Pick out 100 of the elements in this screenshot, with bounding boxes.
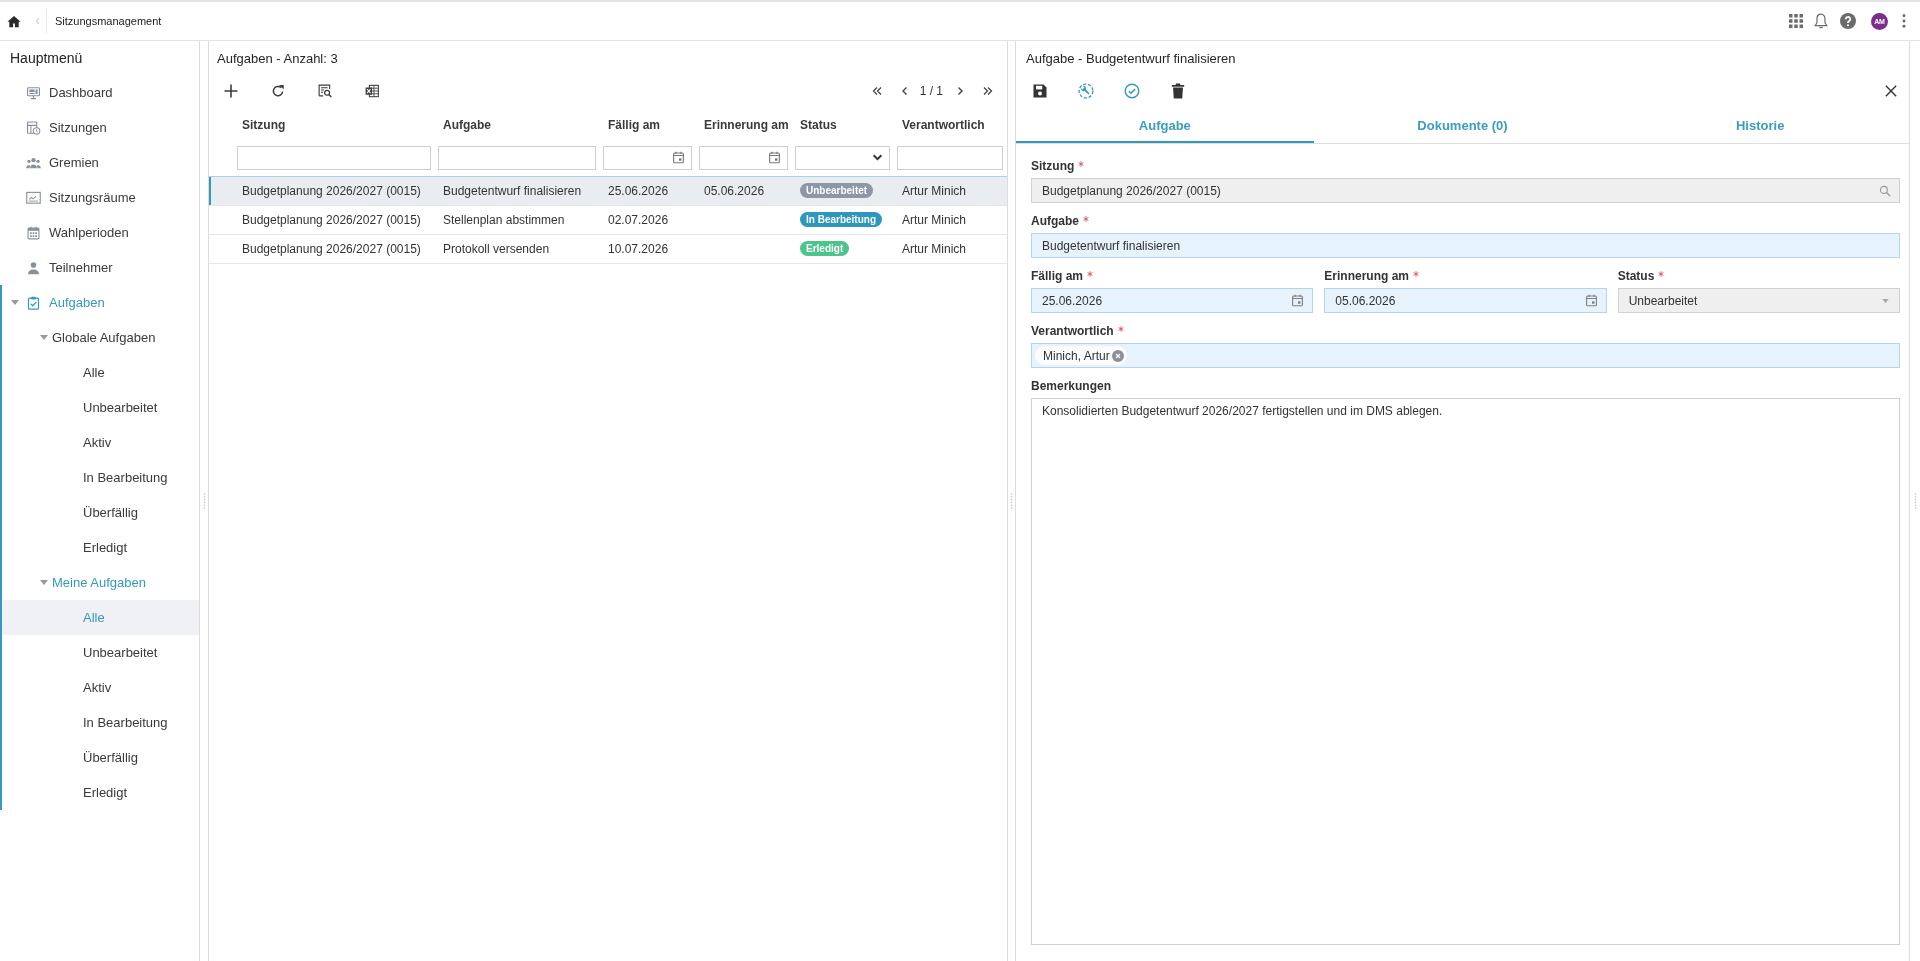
person-tag[interactable]: Minich, Artur [1035,346,1127,365]
column-header[interactable]: Erinnerung am [696,107,792,140]
calendar-icon[interactable] [768,151,781,165]
status-badge: In Bearbeitung [800,212,882,227]
menu-item[interactable]: Sitzungsräume [0,180,199,215]
date-field[interactable]: 25.06.2026 [1031,288,1314,313]
sidebar-title: Hauptmenü [9,49,84,68]
table-row[interactable]: Budgetplanung 2026/2027 (0015) Stellenplan abstimmen 02.07.2026 In Bearbeitung Artur Minich [209,205,1007,234]
close-icon[interactable] [1885,85,1897,97]
chevron-down-icon[interactable] [872,152,883,164]
menu-item[interactable]: Überfällig [2,495,199,530]
field-label: Sitzung [1031,159,1075,173]
remove-icon[interactable] [1111,349,1124,362]
field-label: Aufgabe [1031,214,1079,228]
table-row[interactable]: Budgetplanung 2026/2027 (0015) Protokoll versenden 10.07.2026 Erledigt Artur Minich [209,234,1007,263]
check-circle-icon[interactable] [1124,83,1140,99]
save-icon[interactable] [1032,83,1048,99]
table-cell: Budgetentwurf finalisieren [435,176,600,205]
menu-item[interactable]: Erledigt [2,530,199,565]
menu-item[interactable]: In Bearbeitung [2,460,199,495]
column-header[interactable]: Aufgabe [435,107,600,140]
menu-item[interactable]: Alle [2,355,199,390]
spreadsheet-icon[interactable] [365,84,379,98]
calendar-icon [26,225,41,240]
field-label: Status [1617,269,1655,283]
filter-field[interactable] [603,145,692,170]
filter-field[interactable] [438,145,596,170]
table-cell: Budgetplanung 2026/2027 (0015) [234,234,435,263]
column-header[interactable]: Sitzung [234,107,435,140]
menu-item[interactable]: Dashboard [0,75,199,110]
apps-grid-icon[interactable] [1789,14,1803,28]
caret-icon[interactable] [40,335,48,340]
column-header[interactable]: Status [792,107,894,140]
field-label: Fällig am [1031,269,1083,283]
status-badge: Erledigt [800,241,850,256]
page-indicator: 1 / 1 [919,84,943,98]
whiteboard-icon [26,190,41,205]
caret-icon[interactable] [40,580,48,585]
wrench-circle-icon[interactable] [1078,83,1094,99]
table-cell: Artur Minich [894,205,1007,234]
table-cell: Protokoll versenden [435,234,600,263]
filter-field[interactable] [795,145,890,170]
column-header[interactable]: Fällig am [600,107,696,140]
table-row[interactable]: Budgetplanung 2026/2027 (0015) Budgetentwurf finalisieren 25.06.2026 05.06.2026 Unbearbeitet Artur Minich [209,176,1007,205]
menu-item[interactable]: Unbearbeitet [2,390,199,425]
last-page-icon[interactable] [983,86,993,96]
first-page-icon[interactable] [871,86,882,96]
menu-item[interactable]: Aktiv [2,670,199,705]
table-cell: Artur Minich [894,176,1007,205]
field-label: Erinnerung am [1324,269,1409,283]
tag-field[interactable]: Minich, Artur [1031,343,1900,368]
menu-item[interactable]: Gremien [0,145,199,180]
filter-field[interactable] [237,145,431,170]
menu-item[interactable]: Teilnehmer [0,250,199,285]
field-label: Bemerkungen [1031,379,1112,393]
filter-field[interactable] [897,145,1003,170]
clipboard-check-icon [26,295,41,310]
calendar-icon[interactable] [1584,294,1598,307]
text-field[interactable]: Budgetentwurf finalisieren [1031,233,1900,258]
refresh-icon[interactable] [271,84,285,98]
table-cell: 25.06.2026 [600,176,696,205]
home-icon[interactable] [6,13,22,29]
table-cell: Budgetplanung 2026/2027 (0015) [234,176,435,205]
filter-field[interactable] [699,145,788,170]
calendar-icon[interactable] [672,151,685,165]
calendar-icon[interactable] [1291,294,1305,307]
menu-item[interactable]: Wahlperioden [0,215,199,250]
bell-icon[interactable] [1814,13,1828,29]
menu-item[interactable]: Aktiv [2,425,199,460]
menu-item[interactable]: Globale Aufgaben [2,320,199,355]
table-cell: Artur Minich [894,234,1007,263]
caret-icon[interactable] [11,300,19,305]
remarks-field[interactable]: Konsolidierten Budgetentwurf 2026/2027 fertigstellen und im DMS ablegen. [1031,398,1900,945]
list-search-icon[interactable] [318,84,332,98]
people-group-icon [26,155,41,170]
menu-item[interactable]: Überfällig [2,740,199,775]
menu-item[interactable]: In Bearbeitung [2,705,199,740]
resize-grip-icon[interactable] [1010,493,1013,509]
resize-grip-icon[interactable] [1913,493,1917,509]
breadcrumb: Sitzungsmanagement [55,15,162,27]
help-icon[interactable] [1840,13,1856,29]
monitor-icon [26,85,41,100]
resize-grip-icon[interactable] [202,493,206,509]
field-label: Verantwortlich [1031,324,1114,338]
table-cell: Stellenplan abstimmen [435,205,600,234]
select-field: Unbearbeitet [1617,288,1900,313]
trash-icon[interactable] [1170,83,1186,99]
menu-item[interactable]: Sitzungen [0,110,199,145]
table-clock-icon [26,120,41,135]
menu-item[interactable]: Unbearbeitet [2,635,199,670]
more-vertical-icon[interactable] [1902,14,1906,28]
person-icon [26,260,41,275]
status-badge: Unbearbeitet [800,183,874,198]
next-page-icon[interactable] [955,86,965,96]
tag-label: Minich, Artur [1043,348,1110,363]
date-field[interactable]: 05.06.2026 [1324,288,1607,313]
lookup-field: Budgetplanung 2026/2027 (0015) [1031,178,1900,203]
plus-icon[interactable] [224,84,238,98]
menu-item[interactable]: Erledigt [2,775,199,810]
column-header[interactable]: Verantwortlich [894,107,1007,140]
